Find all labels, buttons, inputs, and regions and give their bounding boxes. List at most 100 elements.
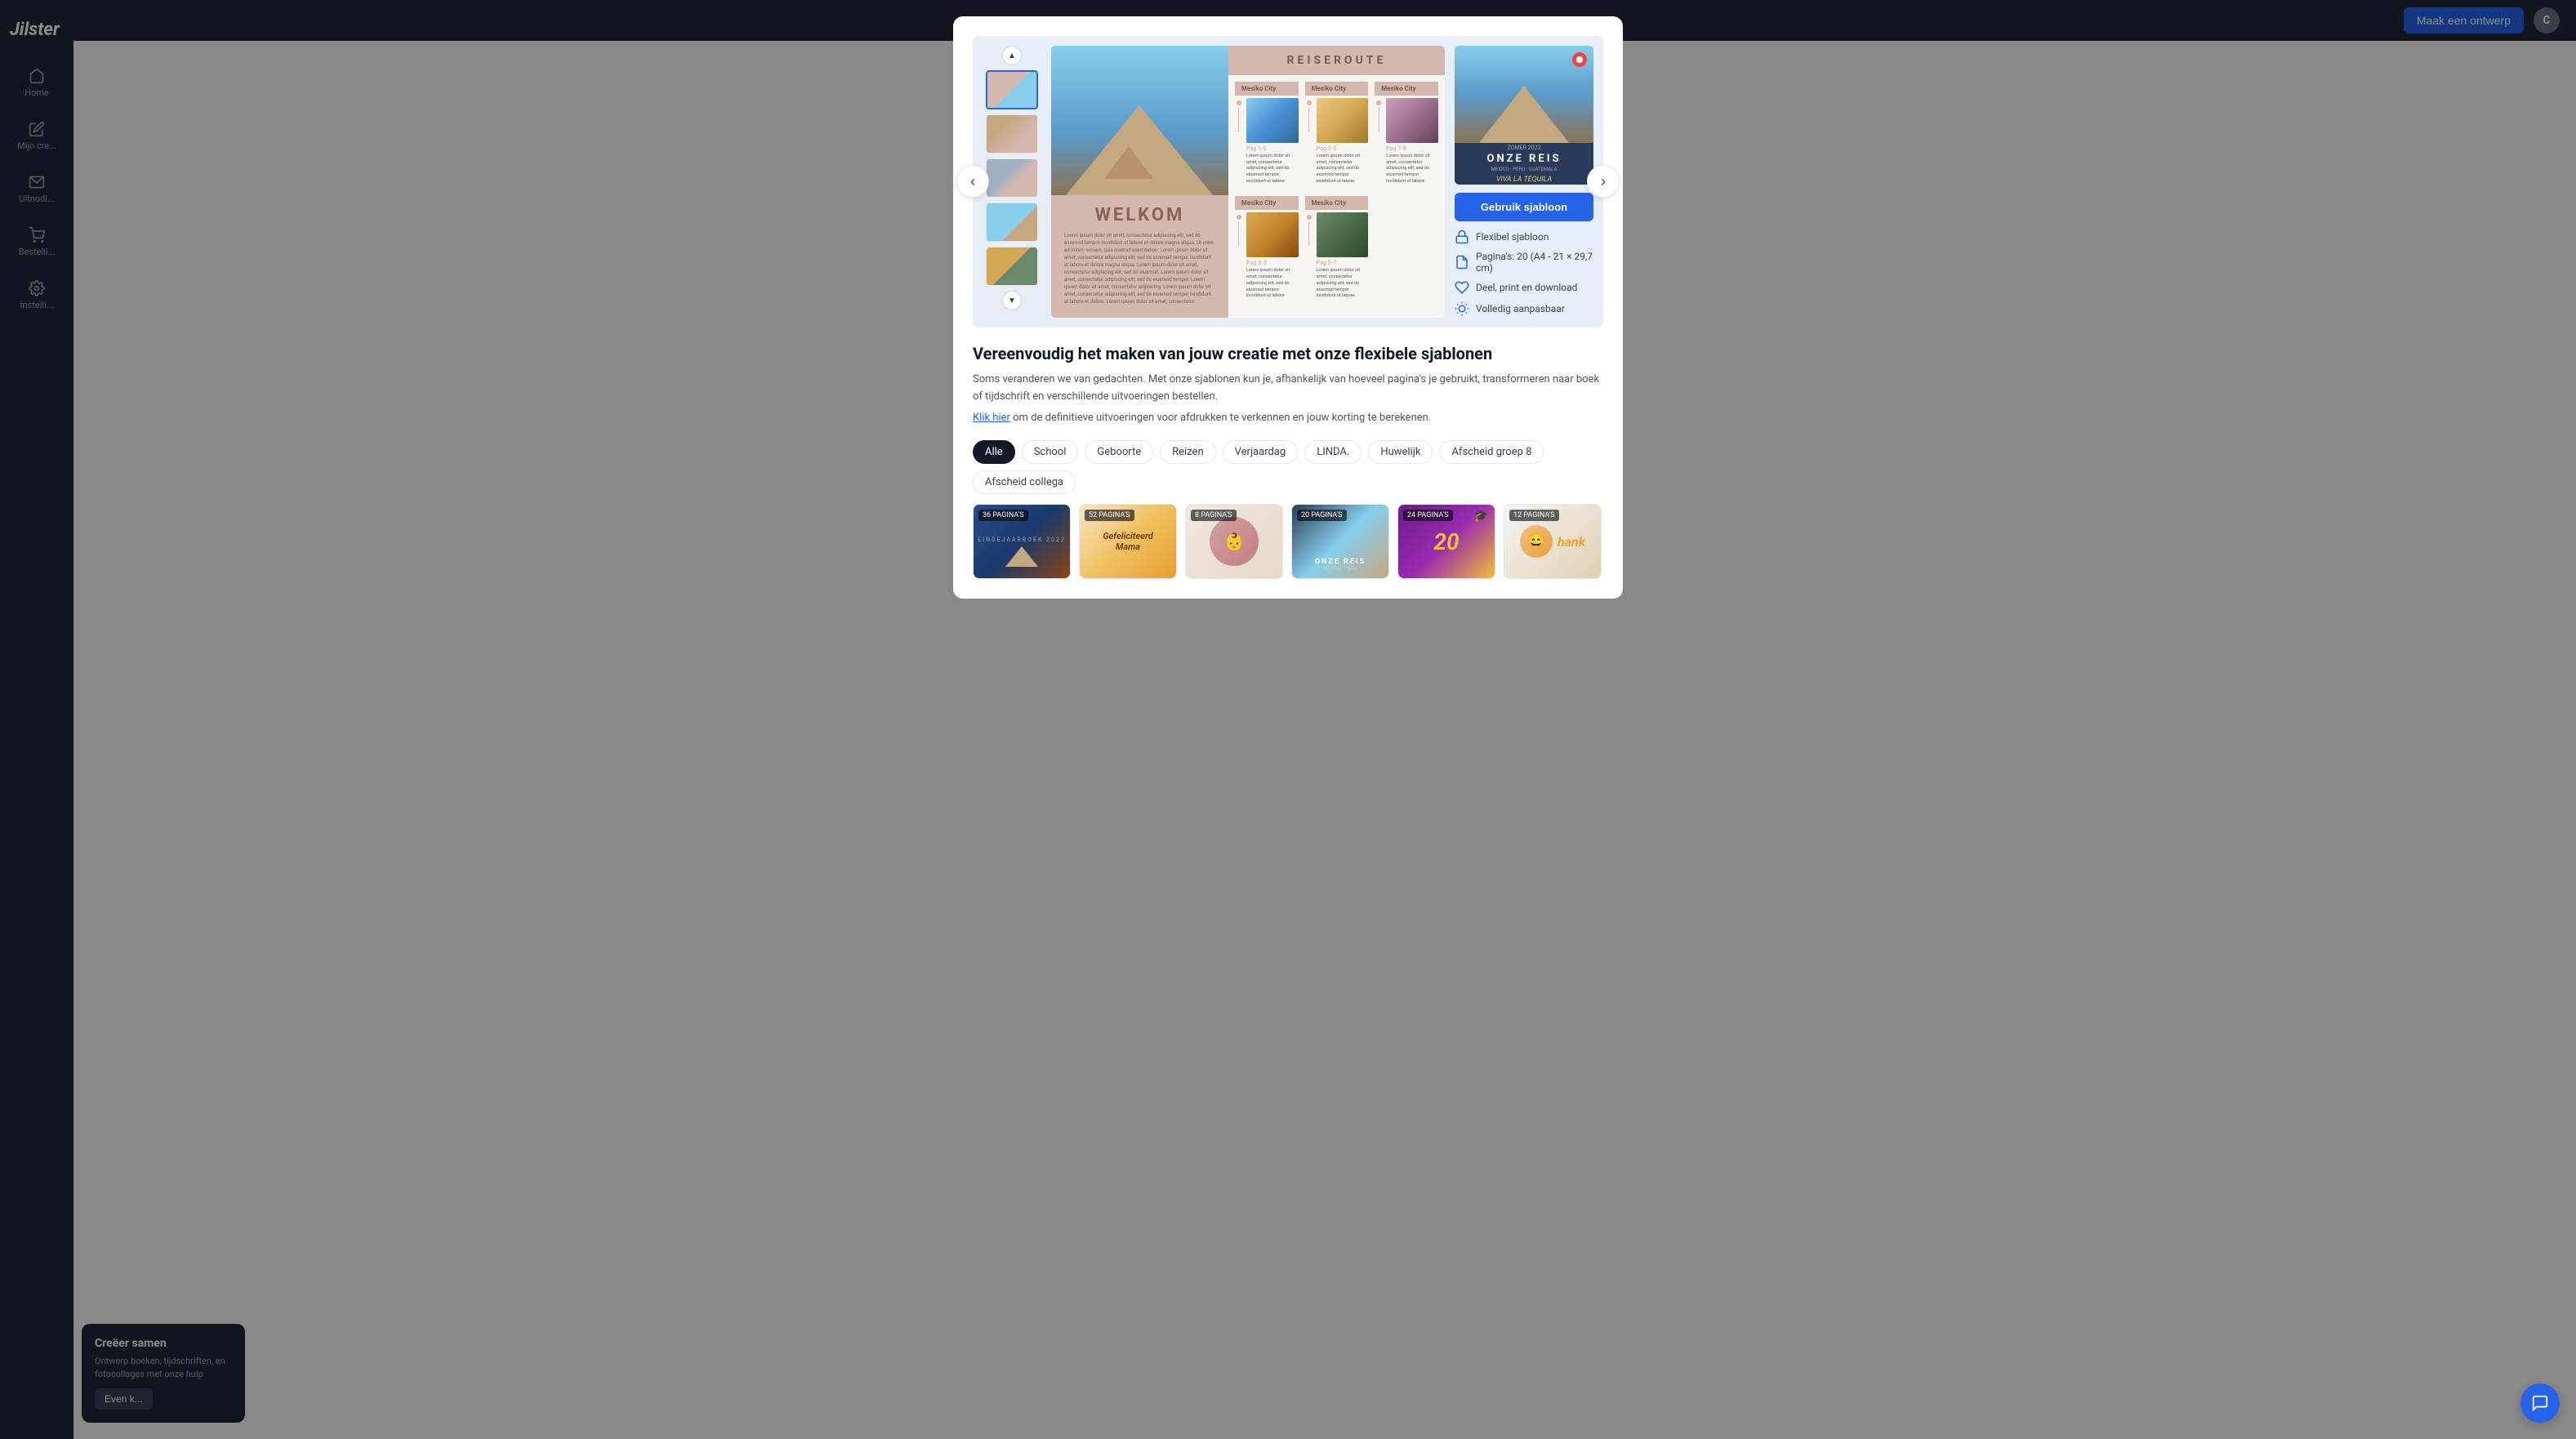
- template-card-4[interactable]: ONZE REIS MEXICO · PERU 20 PAGINA'S: [1291, 504, 1389, 579]
- template-card-2[interactable]: GefeliciteerdMama 52 PAGINA'S: [1079, 504, 1177, 579]
- filter-school[interactable]: School: [1022, 440, 1079, 464]
- filter-linda[interactable]: LINDA.: [1304, 440, 1362, 464]
- filter-verjaardag[interactable]: Verjaardag: [1223, 440, 1299, 464]
- route-image-5: [1386, 98, 1438, 143]
- route-text-1: Lorem ipsum dolor sit amet, consectetur …: [1246, 154, 1299, 185]
- template-card-2-image: GefeliciteerdMama 52 PAGINA'S: [1080, 505, 1176, 578]
- filter-reizen[interactable]: Reizen: [1160, 440, 1216, 464]
- spread-preview: WELKOM Lorem ipsum dolor sit amet, conse…: [1051, 46, 1445, 318]
- template-card-5-image: 20 🎓 24 PAGINA'S: [1398, 505, 1495, 578]
- template-card-6[interactable]: 😄 hank 12 PAGINA'S: [1504, 504, 1602, 579]
- filter-huwelijk[interactable]: Huwelijk: [1368, 440, 1433, 464]
- feature-flexible-label: Flexibel sjabloon: [1476, 231, 1549, 243]
- feature-item-pages: Pagina's: 20 (A4 - 21 × 29,7 cm): [1455, 251, 1593, 274]
- filter-afscheid-collega[interactable]: Afscheid collega: [973, 470, 1076, 494]
- template-card-1[interactable]: EINDEJAARBOEK 2022 36 PAGINA'S: [973, 504, 1071, 579]
- modal-description-1: Soms veranderen we van gedachten. Met on…: [973, 372, 1603, 406]
- route-image-1: [1246, 98, 1299, 143]
- thumb-scroll-down-button[interactable]: ▼: [1002, 291, 1022, 310]
- template-card-6-pages: 12 PAGINA'S: [1509, 510, 1559, 521]
- template-card-3-pages: 8 PAGINA'S: [1191, 510, 1237, 521]
- route-text-5: Lorem ipsum dolor sit amet, consectetur …: [1386, 154, 1438, 185]
- route-city-2: Mesiko City: [1235, 196, 1299, 210]
- document-icon: [1455, 255, 1469, 270]
- template-card-5-pages: 24 PAGINA'S: [1403, 510, 1453, 521]
- spread-left-content: WELKOM Lorem ipsum dolor sit amet, conse…: [1051, 195, 1228, 315]
- route-text-4: Lorem ipsum dolor sit amet, consectetur …: [1317, 268, 1369, 299]
- modal-description-2-text: om de definitieve uitvoeringen voor afdr…: [1010, 412, 1431, 424]
- spread-left-body-text: Lorem ipsum dolor sit amet, consectetur …: [1064, 232, 1215, 305]
- bulb-icon: [1455, 301, 1469, 316]
- route-column: Mesiko City Pag 1-2: [1235, 82, 1299, 311]
- template-card-3[interactable]: 👶 8 PAGINA'S: [1185, 504, 1283, 579]
- route-content: Mesiko City Pag 1-2: [1228, 75, 1445, 318]
- route-city-4: Mesiko City: [1305, 196, 1369, 210]
- template-grid: EINDEJAARBOEK 2022 36 PAGINA'S Gefelicit…: [973, 504, 1603, 579]
- magazine-spread: WELKOM Lorem ipsum dolor sit amet, conse…: [1051, 46, 1445, 318]
- chat-button[interactable]: [2520, 1383, 2560, 1423]
- template-card-4-image: ONZE REIS MEXICO · PERU 20 PAGINA'S: [1292, 505, 1388, 578]
- feature-item-flexible: Flexibel sjabloon: [1455, 229, 1593, 244]
- cover-tagline: VIVA LA TEQUILA: [1496, 176, 1552, 184]
- click-here-link[interactable]: Klik hier: [973, 412, 1010, 424]
- thumbnail-5[interactable]: [986, 247, 1038, 286]
- feature-item-share: Deel, print en download: [1455, 280, 1593, 295]
- thumbnail-4[interactable]: [986, 203, 1038, 242]
- route-city-5: Mesiko City: [1375, 82, 1438, 96]
- template-card-6-image: 😄 hank 12 PAGINA'S: [1504, 505, 1601, 578]
- template-card-3-image: 👶 8 PAGINA'S: [1186, 505, 1282, 578]
- spread-right-page: REISEROUTE Mesiko City: [1228, 46, 1445, 318]
- template-card-4-pages: 20 PAGINA'S: [1297, 510, 1347, 521]
- cover-year-label: ZOMER 2023: [1508, 145, 1541, 151]
- feature-pages-label: Pagina's: 20 (A4 - 21 × 29,7 cm): [1476, 251, 1593, 274]
- preview-right-panel: ZOMER 2023 ONZE REIS MEXICO · PERU · GUA…: [1455, 46, 1593, 318]
- thumbnail-1[interactable]: [986, 70, 1038, 109]
- modal: × ‹ ▲ ▼: [953, 16, 1623, 599]
- cover-subtitle: MEXICO · PERU · GUATEMALA: [1491, 167, 1558, 172]
- cover-image: [1455, 46, 1593, 143]
- cover-badge: [1572, 52, 1587, 67]
- feature-customizable-label: Volledig aanpasbaar: [1476, 303, 1565, 314]
- next-arrow-button[interactable]: ›: [1587, 165, 1620, 198]
- template-card-2-pages: 52 PAGINA'S: [1085, 510, 1134, 521]
- modal-description-2: Klik hier om de definitieve uitvoeringen…: [973, 410, 1603, 427]
- route-image-2: [1246, 212, 1299, 257]
- route-column-3: Mesiko City Pag 7-8: [1375, 82, 1438, 311]
- template-card-1-pages: 36 PAGINA'S: [978, 510, 1028, 521]
- thumbnail-strip: ▲ ▼: [983, 46, 1041, 318]
- route-text-2: Lorem ipsum dolor sit amet, consectetur …: [1246, 268, 1299, 299]
- route-image-4: [1317, 212, 1369, 257]
- route-city-1: Mesiko City: [1235, 82, 1299, 96]
- thumb-scroll-up-button[interactable]: ▲: [1002, 46, 1022, 65]
- spread-welcome-title: WELKOM: [1064, 205, 1215, 225]
- feature-item-customizable: Volledig aanpasbaar: [1455, 301, 1593, 316]
- modal-overlay: × ‹ ▲ ▼: [0, 0, 2576, 1439]
- spread-left-image: [1051, 46, 1228, 195]
- route-city-3: Mesiko City: [1305, 82, 1369, 96]
- thumbnail-3[interactable]: [986, 158, 1038, 198]
- filter-afscheid-groep-8[interactable]: Afscheid groep 8: [1439, 440, 1544, 464]
- lock-icon: [1455, 229, 1469, 244]
- heart-icon: [1455, 280, 1469, 295]
- cover-preview: ZOMER 2023 ONZE REIS MEXICO · PERU · GUA…: [1455, 46, 1593, 185]
- route-image-3: [1317, 98, 1369, 143]
- filter-geboorte[interactable]: Geboorte: [1085, 440, 1153, 464]
- cover-bottom: ZOMER 2023 ONZE REIS MEXICO · PERU · GUA…: [1455, 143, 1593, 185]
- template-card-1-image: EINDEJAARBOEK 2022 36 PAGINA'S: [974, 505, 1070, 578]
- filter-tags: Alle School Geboorte Reizen Verjaardag L…: [973, 440, 1603, 494]
- feature-list: Flexibel sjabloon Pagina's: 20 (A4 - 21 …: [1455, 229, 1593, 316]
- spread-left-page: WELKOM Lorem ipsum dolor sit amet, conse…: [1051, 46, 1228, 318]
- cover-main-title: ONZE REIS: [1486, 153, 1561, 165]
- modal-title: Vereenvoudig het maken van jouw creatie …: [973, 344, 1603, 363]
- route-column-2: Mesiko City Pag 3-5: [1305, 82, 1369, 311]
- route-header: REISEROUTE: [1228, 46, 1445, 75]
- template-card-5[interactable]: 20 🎓 24 PAGINA'S: [1397, 504, 1495, 579]
- use-template-button[interactable]: Gebruik sjabloon: [1455, 193, 1593, 221]
- filter-alle[interactable]: Alle: [973, 440, 1015, 464]
- feature-share-label: Deel, print en download: [1476, 282, 1577, 293]
- preview-area: ‹ ▲ ▼: [973, 36, 1603, 327]
- prev-arrow-button[interactable]: ‹: [956, 165, 989, 198]
- chat-icon: [2531, 1394, 2549, 1412]
- thumbnail-2[interactable]: [986, 114, 1038, 154]
- route-text-3: Lorem ipsum dolor sit amet, consectetur …: [1317, 154, 1369, 185]
